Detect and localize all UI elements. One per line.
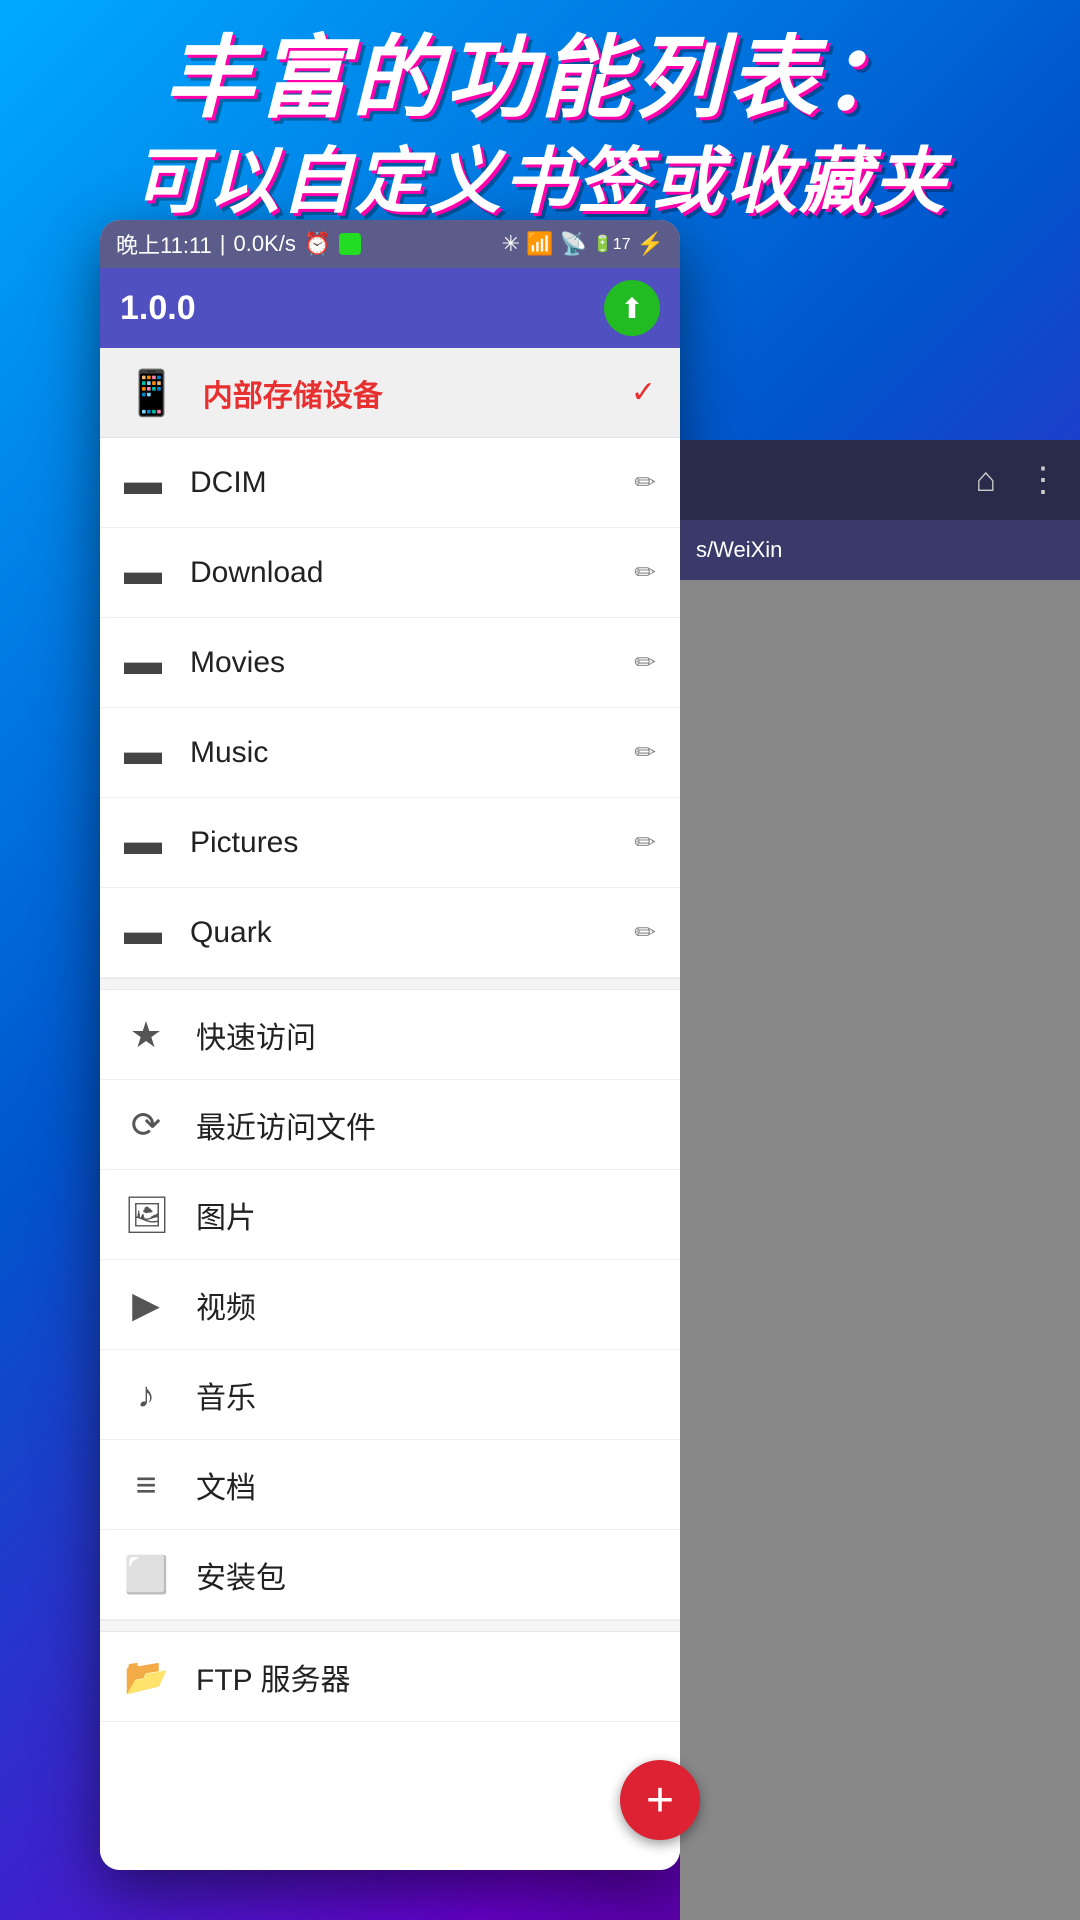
folder-edit-icon-pictures[interactable]: ✏	[634, 827, 656, 858]
fab-plus-icon: +	[646, 1773, 674, 1828]
right-topbar: ⌂ ⋮	[680, 440, 1080, 520]
folder-edit-icon-dcim[interactable]: ✏	[634, 467, 656, 498]
image-icon: 🖼	[124, 1194, 168, 1236]
share-button[interactable]: ⬆	[604, 280, 660, 336]
alarm-icon: ⏰	[304, 231, 331, 257]
path-text: s/WeiXin	[696, 537, 782, 563]
menu-label-quickaccess: 快速访问	[196, 1013, 316, 1057]
folder-icon: ▬	[124, 461, 162, 504]
app-bar: 1.0.0 ⬆	[100, 268, 680, 348]
video-icon: ▶	[124, 1284, 168, 1326]
folder-name-music: Music	[190, 736, 634, 770]
folder-icon: ▬	[124, 911, 162, 954]
folder-item-music[interactable]: ▬ Music ✏	[100, 708, 680, 798]
menu-item-ftp[interactable]: 📂 FTP 服务器	[100, 1632, 680, 1722]
status-right: ✳ 📶 📡 🔋17 ⚡	[502, 231, 664, 257]
storage-label: 内部存储设备	[203, 371, 631, 415]
folder-item-download[interactable]: ▬ Download ✏	[100, 528, 680, 618]
document-icon: ≡	[124, 1464, 168, 1506]
menu-label-video: 视频	[196, 1283, 256, 1327]
folder-icon: ▬	[124, 821, 162, 864]
bluetooth-icon: ✳	[502, 231, 520, 257]
folder-edit-icon-movies[interactable]: ✏	[634, 647, 656, 678]
menu-item-docs[interactable]: ≡ 文档	[100, 1440, 680, 1530]
signal-icon: 📶	[526, 231, 553, 257]
folder-name-movies: Movies	[190, 646, 634, 680]
music-icon: ♪	[124, 1374, 168, 1416]
share-icon: ⬆	[620, 292, 643, 325]
home-icon[interactable]: ⌂	[975, 461, 996, 500]
menu-item-music[interactable]: ♪ 音乐	[100, 1350, 680, 1440]
status-left: 晚上11:11 | 0.0K/s ⏰	[116, 228, 361, 260]
phone-frame: 晚上11:11 | 0.0K/s ⏰ ✳ 📶 📡 🔋17 ⚡ 1.0.0 ⬆ 📱…	[100, 220, 680, 1870]
folder-item-quark[interactable]: ▬ Quark ✏	[100, 888, 680, 978]
app-version: 1.0.0	[120, 289, 196, 328]
folder-name-quark: Quark	[190, 916, 634, 950]
battery-icon: 🔋17	[593, 234, 631, 254]
section-divider	[100, 978, 680, 990]
status-time: 晚上11:11	[116, 228, 212, 260]
banner: 丰富的功能列表： 可以自定义书签或收藏夹	[0, 30, 1080, 225]
folder-icon: ▬	[124, 731, 162, 774]
status-speed: 0.0K/s	[234, 231, 296, 257]
green-dot-icon	[339, 233, 361, 255]
wifi-icon: 📡	[559, 231, 586, 257]
storage-item[interactable]: 📱 内部存储设备 ✓	[100, 348, 680, 438]
star-icon: ★	[124, 1014, 168, 1056]
menu-item-video[interactable]: ▶ 视频	[100, 1260, 680, 1350]
folder-item-pictures[interactable]: ▬ Pictures ✏	[100, 798, 680, 888]
folder-name-download: Download	[190, 556, 634, 590]
storage-check-icon: ✓	[631, 375, 656, 410]
path-bar: s/WeiXin	[680, 520, 1080, 580]
menu-item-images[interactable]: 🖼 图片	[100, 1170, 680, 1260]
fab-button[interactable]: +	[620, 1760, 700, 1840]
charging-icon: ⚡	[637, 231, 664, 257]
ftp-icon: 📂	[124, 1656, 168, 1698]
package-icon: ⬜	[124, 1554, 168, 1596]
drawer: 📱 内部存储设备 ✓ ▬ DCIM ✏ ▬ Download ✏ ▬ Movie…	[100, 348, 680, 1870]
folder-item-movies[interactable]: ▬ Movies ✏	[100, 618, 680, 708]
folder-item-dcim[interactable]: ▬ DCIM ✏	[100, 438, 680, 528]
section-divider-2	[100, 1620, 680, 1632]
menu-label-ftp: FTP 服务器	[196, 1655, 350, 1699]
folder-name-dcim: DCIM	[190, 466, 634, 500]
status-bar: 晚上11:11 | 0.0K/s ⏰ ✳ 📶 📡 🔋17 ⚡	[100, 220, 680, 268]
folder-section: ▬ DCIM ✏ ▬ Download ✏ ▬ Movies ✏ ▬ Music…	[100, 438, 680, 978]
folder-icon: ▬	[124, 641, 162, 684]
banner-subtitle: 可以自定义书签或收藏夹	[0, 139, 1080, 225]
history-icon: ⟳	[124, 1104, 168, 1146]
banner-title: 丰富的功能列表：	[0, 30, 1080, 129]
menu-item-recent[interactable]: ⟳ 最近访问文件	[100, 1080, 680, 1170]
right-panel: ⌂ ⋮ s/WeiXin	[680, 440, 1080, 1920]
more-icon[interactable]: ⋮	[1026, 460, 1060, 500]
folder-edit-icon-download[interactable]: ✏	[634, 557, 656, 588]
status-separator: |	[220, 231, 226, 257]
folder-edit-icon-music[interactable]: ✏	[634, 737, 656, 768]
folder-edit-icon-quark[interactable]: ✏	[634, 917, 656, 948]
menu-label-music: 音乐	[196, 1373, 256, 1417]
menu-label-images: 图片	[196, 1193, 256, 1237]
folder-icon: ▬	[124, 551, 162, 594]
folder-name-pictures: Pictures	[190, 826, 634, 860]
menu-label-apk: 安装包	[196, 1553, 286, 1597]
menu-label-docs: 文档	[196, 1463, 256, 1507]
storage-phone-icon: 📱	[124, 367, 179, 419]
menu-label-recent: 最近访问文件	[196, 1103, 376, 1147]
menu-item-apk[interactable]: ⬜ 安装包	[100, 1530, 680, 1620]
menu-item-quickaccess[interactable]: ★ 快速访问	[100, 990, 680, 1080]
